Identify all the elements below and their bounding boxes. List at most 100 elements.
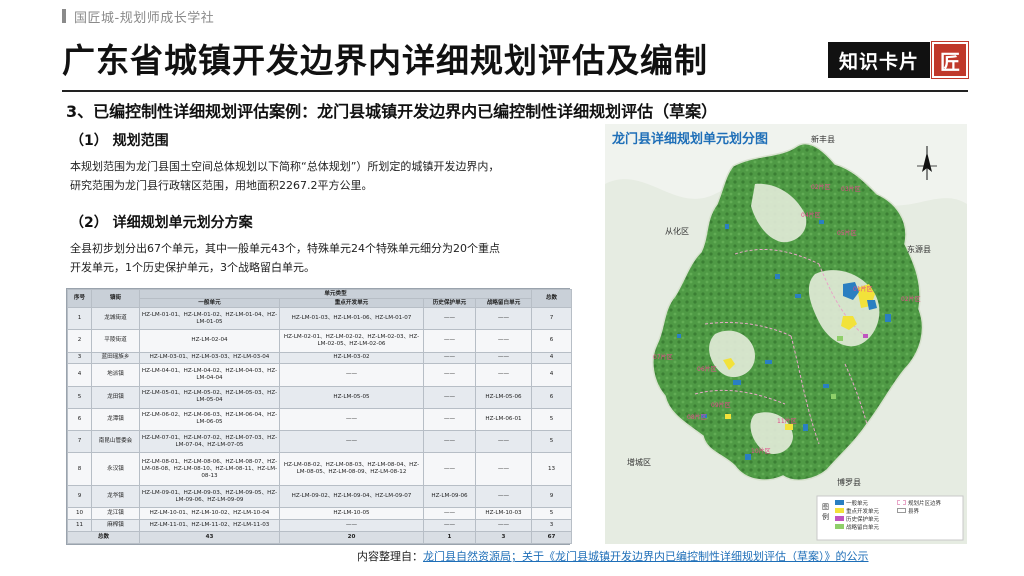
table-row: 10 龙江镇 HZ-LM-10-01、HZ-LM-10-02、HZ-LM-10-04… — [67, 507, 573, 521]
cell-seq: 3 — [67, 351, 92, 365]
cell-strat: —— — [474, 430, 533, 454]
total-value: 3 — [474, 530, 533, 545]
cell-general: HZ-LM-01-01、HZ-LM-01-02、HZ-LM-01-04、HZ-L… — [139, 306, 280, 331]
cell-seq: 1 — [67, 306, 92, 331]
unit-table: 序号 镇街 单元类型 总数 一般单元 重点开发单元 历史保护单元 战略留白单元 … — [66, 288, 573, 545]
cell-seq: 11 — [67, 519, 92, 532]
cell-hist: —— — [423, 329, 476, 353]
total-value: 1 — [423, 530, 476, 545]
legend-county: 县界 — [908, 509, 920, 515]
page-title: 广东省城镇开发边界内详细规划评估及编制 — [62, 41, 708, 80]
table-row: 1 龙城街道 HZ-LM-01-01、HZ-LM-01-02、HZ-LM-01-04… — [67, 306, 573, 331]
cell-general: HZ-LM-08-01、HZ-LM-08-06、HZ-LM-08-07、HZ-L… — [139, 452, 280, 486]
legend-right: 规划片区边界 县界 — [897, 500, 941, 516]
cell-seq: 5 — [67, 385, 92, 409]
label-boluo: 博罗县 — [837, 478, 861, 487]
district-label: 05片区 — [837, 230, 857, 237]
cell-total: 4 — [531, 351, 573, 365]
th-total: 总数 — [531, 289, 573, 308]
total-value: 67 — [531, 530, 573, 545]
part2-line1: 全县初步划分出67个单元，其中一般单元43个，特殊单元24个特殊单元细分为20个… — [70, 242, 500, 255]
cell-town: 龙田镇 — [91, 385, 140, 409]
cell-key: —— — [279, 363, 424, 387]
cell-hist: —— — [423, 385, 476, 409]
brand-logo-icon: 匠 — [931, 41, 969, 79]
district-label: 04片区 — [801, 212, 821, 219]
cell-general: HZ-LM-09-01、HZ-LM-09-03、HZ-LM-09-05、HZ-L… — [139, 484, 280, 509]
legend-heading: 图例 — [822, 503, 829, 521]
cell-total: 5 — [531, 407, 573, 432]
cell-strat: —— — [474, 519, 533, 532]
total-value: 20 — [279, 530, 424, 545]
cell-hist: —— — [423, 407, 476, 432]
legend-key-item: 重点开发单元 — [835, 508, 879, 516]
cell-key: HZ-LM-01-03、HZ-LM-01-06、HZ-LM-01-07 — [279, 306, 424, 331]
district-label: 01片区 — [853, 286, 873, 293]
cell-key: HZ-LM-03-02 — [279, 351, 424, 365]
cell-town: 龙城街道 — [91, 306, 140, 331]
map-title: 龙门县详细规划单元划分图 — [612, 132, 769, 147]
th-strat: 战略留白单元 — [474, 298, 533, 308]
th-town: 镇街 — [91, 289, 140, 308]
legend-key: 重点开发单元 — [846, 509, 880, 515]
cell-general: HZ-LM-02-04 — [139, 329, 280, 353]
cell-total: 5 — [531, 507, 573, 521]
cell-general: HZ-LM-03-01、HZ-LM-03-03、HZ-LM-03-04 — [139, 351, 280, 365]
cell-strat: —— — [474, 363, 533, 387]
cell-strat: HZ-LM-10-03 — [474, 507, 533, 521]
legend-left: 一般单元 重点开发单元 历史保护单元 战略留白单元 — [835, 500, 879, 532]
district-label: 09片区 — [711, 402, 731, 409]
cell-general: HZ-LM-07-01、HZ-LM-07-02、HZ-LM-07-03、HZ-L… — [139, 430, 280, 454]
cell-seq: 10 — [67, 507, 92, 521]
cell-key: HZ-LM-05-05 — [279, 385, 424, 409]
table-total-row: 总数 43 20 1 3 67 — [67, 530, 573, 545]
cell-town: 麻榨镇 — [91, 519, 140, 532]
cell-general: HZ-LM-06-02、HZ-LM-06-03、HZ-LM-06-04、HZ-L… — [139, 407, 280, 432]
cell-hist: —— — [423, 430, 476, 454]
cell-town: 地派镇 — [91, 363, 140, 387]
district-label: 02片区 — [811, 184, 831, 191]
cell-total: 9 — [531, 484, 573, 509]
table-row: 4 地派镇 HZ-LM-04-01、HZ-LM-04-02、HZ-LM-04-03、… — [67, 363, 573, 387]
cell-town: 龙华镇 — [91, 484, 140, 509]
cell-total: 3 — [531, 519, 573, 532]
total-value: 43 — [139, 530, 280, 545]
knowledge-card-badge: 知识卡片 匠 — [828, 41, 969, 79]
table-row: 5 龙田镇 HZ-LM-05-01、HZ-LM-05-02、HZ-LM-05-03、… — [67, 385, 573, 409]
cell-hist: —— — [423, 363, 476, 387]
cell-town: 龙江镇 — [91, 507, 140, 521]
table-row: 3 蓝田瑶族乡 HZ-LM-03-01、HZ-LM-03-03、HZ-LM-03-0… — [67, 351, 573, 365]
cell-general: HZ-LM-10-01、HZ-LM-10-02、HZ-LM-10-04 — [139, 507, 280, 521]
legend-boundary-item: 规划片区边界 — [897, 500, 941, 508]
cell-hist: —— — [423, 452, 476, 486]
part2-line2: 开发单元，1个历史保护单元，3个战略留白单元。 — [70, 261, 315, 274]
district-label: 07片区 — [653, 354, 673, 361]
map-svg — [605, 124, 967, 544]
cell-strat: HZ-LM-05-06 — [474, 385, 533, 409]
cell-strat: —— — [474, 452, 533, 486]
caption-source-link[interactable]: 龙门县自然资源局；关于《龙门县城镇开发边界内已编控制性详细规划评估（草案）》的公… — [423, 550, 869, 563]
cell-seq: 7 — [67, 430, 92, 454]
cell-total: 7 — [531, 306, 573, 331]
table-row: 11 麻榨镇 HZ-LM-11-01、HZ-LM-11-02、HZ-LM-11-03… — [67, 519, 573, 532]
cell-hist: —— — [423, 351, 476, 365]
cell-hist: —— — [423, 507, 476, 521]
title-divider — [62, 90, 968, 92]
cell-seq: 6 — [67, 407, 92, 432]
cell-town: 龙潭镇 — [91, 407, 140, 432]
cell-total: 6 — [531, 385, 573, 409]
cell-hist: —— — [423, 306, 476, 331]
district-label: 03片区 — [841, 186, 861, 193]
legend-boundary-swatch — [897, 500, 906, 505]
cell-total: 4 — [531, 363, 573, 387]
district-label: 06片区 — [697, 366, 717, 373]
cell-seq: 4 — [67, 363, 92, 387]
th-type: 单元类型 — [138, 289, 533, 299]
district-label: 02片区 — [901, 296, 921, 303]
legend-general-swatch — [835, 500, 844, 505]
cell-hist: —— — [423, 519, 476, 532]
cell-seq: 9 — [67, 484, 92, 509]
cell-town: 南昆山管委会 — [91, 430, 140, 454]
cell-key: HZ-LM-09-02、HZ-LM-09-04、HZ-LM-09-07 — [279, 484, 424, 509]
cell-total: 6 — [531, 329, 573, 353]
